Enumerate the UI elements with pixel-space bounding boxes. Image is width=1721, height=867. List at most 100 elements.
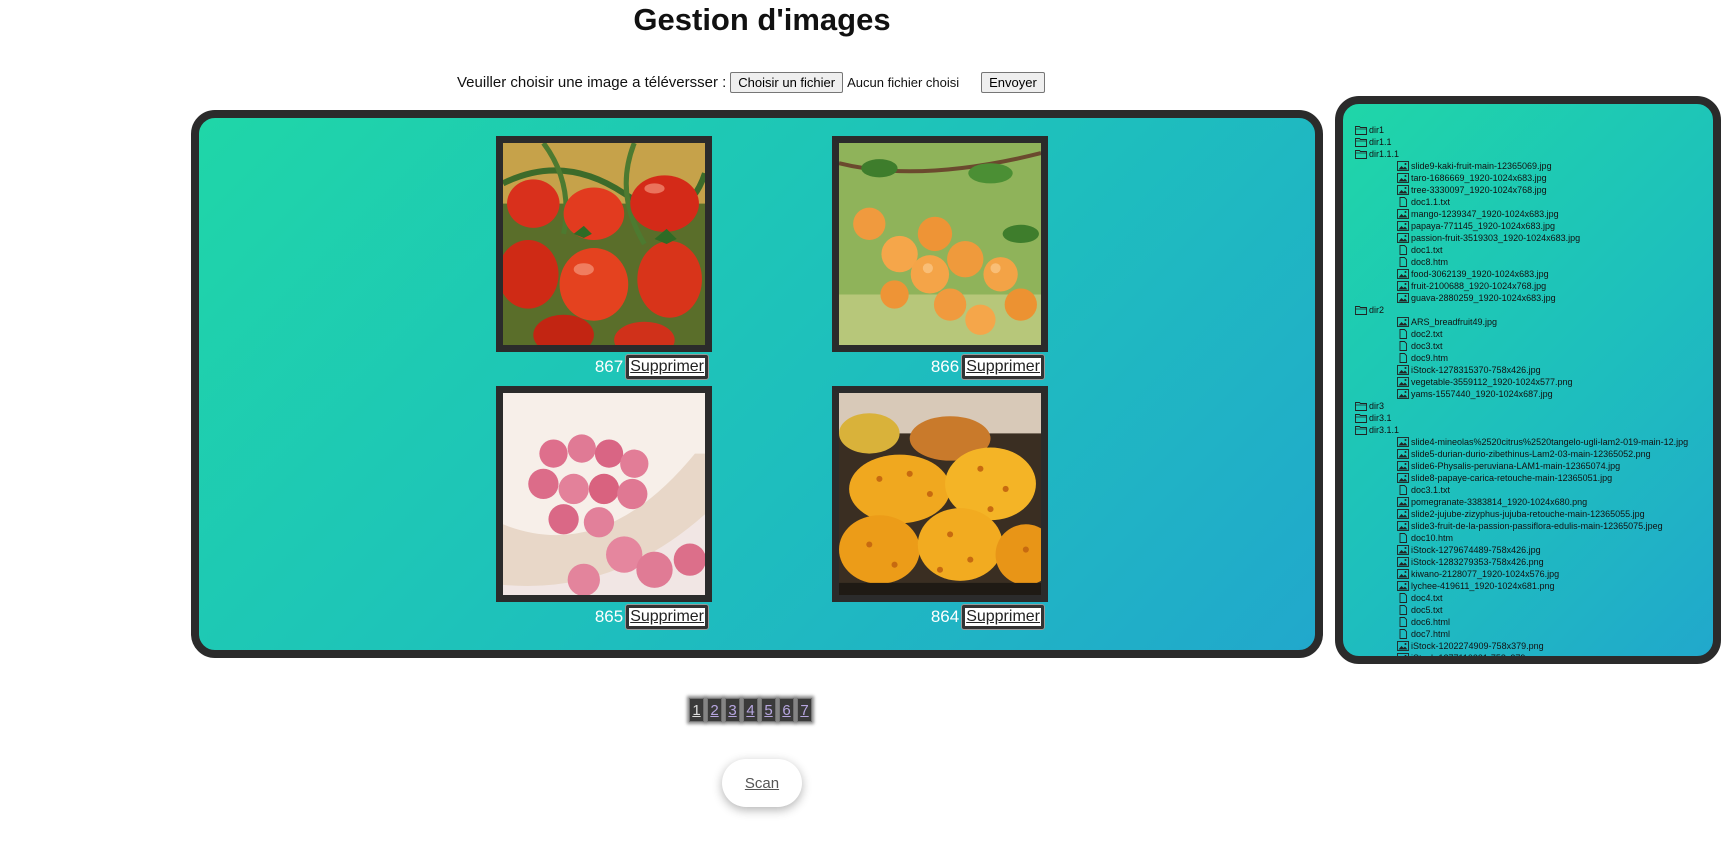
image-file-icon (1397, 569, 1409, 579)
scan-button[interactable]: Scan (722, 759, 802, 807)
tree-file[interactable]: slide9-kaki-fruit-main-12365069.jpg (1355, 160, 1713, 172)
folder-icon (1355, 137, 1367, 147)
tree-file[interactable]: doc6.html (1355, 616, 1713, 628)
page-link-5[interactable]: 5 (761, 698, 776, 722)
tree-file[interactable]: mango-1239347_1920-1024x683.jpg (1355, 208, 1713, 220)
tree-folder[interactable]: dir3.1 (1355, 412, 1713, 424)
tree-file[interactable]: iStock-1278315370-758x426.jpg (1355, 364, 1713, 376)
tree-file[interactable]: lychee-419611_1920-1024x681.png (1355, 580, 1713, 592)
tree-item-label: dir1.1.1 (1369, 149, 1400, 159)
tree-file[interactable]: taro-1686669_1920-1024x683.jpg (1355, 172, 1713, 184)
tree-item-label: slide3-fruit-de-la-passion-passiflora-ed… (1411, 521, 1663, 531)
tree-item-label: doc10.htm (1411, 533, 1454, 543)
tree-folder[interactable]: dir2 (1355, 304, 1713, 316)
tree-file[interactable]: pomegranate-3383814_1920-1024x680.png (1355, 496, 1713, 508)
document-icon (1397, 593, 1409, 603)
image-thumbnail[interactable] (496, 136, 712, 352)
tree-item-label: slide2-jujube-zizyphus-jujuba-retouche-m… (1411, 509, 1645, 519)
tree-file[interactable]: slide3-fruit-de-la-passion-passiflora-ed… (1355, 520, 1713, 532)
tree-item-label: dir3 (1369, 401, 1385, 411)
tree-file[interactable]: food-3062139_1920-1024x683.jpg (1355, 268, 1713, 280)
image-file-icon (1397, 269, 1409, 279)
tree-file[interactable]: slide2-jujube-zizyphus-jujuba-retouche-m… (1355, 508, 1713, 520)
delete-button[interactable]: Supprimer (626, 605, 708, 629)
tree-item-label: iStock-1277110221-758x379.png (1411, 653, 1543, 663)
tree-file[interactable]: doc10.htm (1355, 532, 1713, 544)
tree-item-label: slide9-kaki-fruit-main-12365069.jpg (1411, 161, 1552, 171)
page-link-4[interactable]: 4 (743, 698, 758, 722)
page-link-3[interactable]: 3 (725, 698, 740, 722)
choose-file-button[interactable]: Choisir un fichier (730, 72, 844, 93)
image-file-icon (1397, 365, 1409, 375)
delete-button[interactable]: Supprimer (626, 355, 708, 379)
image-file-icon (1397, 641, 1409, 651)
image-file-icon (1397, 473, 1409, 483)
tree-file[interactable]: doc1.txt (1355, 244, 1713, 256)
tree-item-label: ARS_breadfruit49.jpg (1411, 317, 1498, 327)
tree-item-label: taro-1686669_1920-1024x683.jpg (1411, 173, 1547, 183)
page-link-6[interactable]: 6 (779, 698, 794, 722)
tree-folder[interactable]: dir1 (1355, 124, 1713, 136)
image-file-icon (1397, 293, 1409, 303)
tree-item-label: lychee-419611_1920-1024x681.png (1411, 581, 1555, 591)
tree-folder[interactable]: dir3 (1355, 400, 1713, 412)
delete-button[interactable]: Supprimer (962, 605, 1044, 629)
image-file-icon (1397, 497, 1409, 507)
image-thumbnail[interactable] (832, 136, 1048, 352)
image-thumbnail[interactable] (496, 386, 712, 602)
tree-file[interactable]: tree-3330097_1920-1024x768.jpg (1355, 184, 1713, 196)
tree-item-label: doc9.htm (1411, 353, 1449, 363)
tree-item-label: passion-fruit-3519303_1920-1024x683.jpg (1411, 233, 1581, 243)
image-thumbnail[interactable] (832, 386, 1048, 602)
tree-folder[interactable]: dir3.1.1 (1355, 424, 1713, 436)
page-link-7[interactable]: 7 (797, 698, 812, 722)
folder-icon (1355, 125, 1367, 135)
tree-file[interactable]: iStock-1277110221-758x379.png (1355, 652, 1713, 663)
document-icon (1397, 353, 1409, 363)
tree-file[interactable]: slide8-papaye-carica-retouche-main-12365… (1355, 472, 1713, 484)
tree-file[interactable]: fruit-2100688_1920-1024x768.jpg (1355, 280, 1713, 292)
image-file-icon (1397, 185, 1409, 195)
file-tree-panel: dir1 dir1.1 dir1.1.1 slide9-kaki-fruit-main… (1335, 96, 1721, 664)
image-file-icon (1397, 173, 1409, 183)
tree-folder[interactable]: dir1.1.1 (1355, 148, 1713, 160)
tree-item-label: doc5.txt (1411, 605, 1443, 615)
tree-file[interactable]: kiwano-2128077_1920-1024x576.jpg (1355, 568, 1713, 580)
tree-file[interactable]: doc8.htm (1355, 256, 1713, 268)
image-file-icon (1397, 521, 1409, 531)
tree-file[interactable]: doc3.txt (1355, 340, 1713, 352)
send-button[interactable]: Envoyer (981, 72, 1045, 93)
tree-file[interactable]: doc2.txt (1355, 328, 1713, 340)
image-id: 866 (930, 357, 960, 376)
tree-folder[interactable]: dir1.1 (1355, 136, 1713, 148)
tree-item-label: vegetable-3559112_1920-1024x577.png (1411, 377, 1573, 387)
tree-file[interactable]: doc5.txt (1355, 604, 1713, 616)
tree-file[interactable]: ARS_breadfruit49.jpg (1355, 316, 1713, 328)
tree-file[interactable]: papaya-771145_1920-1024x683.jpg (1355, 220, 1713, 232)
tree-file[interactable]: iStock-1279674489-758x426.jpg (1355, 544, 1713, 556)
tree-file[interactable]: doc7.html (1355, 628, 1713, 640)
tree-item-label: fruit-2100688_1920-1024x768.jpg (1411, 281, 1547, 291)
tree-item-label: slide6-Physalis-peruviana-LAM1-main-1236… (1411, 461, 1621, 471)
page-link-2[interactable]: 2 (707, 698, 722, 722)
folder-icon (1355, 413, 1367, 423)
tree-file[interactable]: doc1.1.txt (1355, 196, 1713, 208)
tree-file[interactable]: doc9.htm (1355, 352, 1713, 364)
tree-file[interactable]: guava-2880259_1920-1024x683.jpg (1355, 292, 1713, 304)
tree-file[interactable]: yams-1557440_1920-1024x687.jpg (1355, 388, 1713, 400)
delete-button[interactable]: Supprimer (962, 355, 1044, 379)
tree-file[interactable]: doc3.1.txt (1355, 484, 1713, 496)
tree-file[interactable]: doc4.txt (1355, 592, 1713, 604)
tree-item-label: pomegranate-3383814_1920-1024x680.png (1411, 497, 1588, 507)
image-file-icon (1397, 281, 1409, 291)
tree-file[interactable]: iStock-1283279353-758x426.png (1355, 556, 1713, 568)
tree-file[interactable]: slide6-Physalis-peruviana-LAM1-main-1236… (1355, 460, 1713, 472)
tree-file[interactable]: slide4-mineolas%2520citrus%2520tangelo-u… (1355, 436, 1713, 448)
upload-label: Veuiller choisir une image a téléversser… (457, 74, 727, 91)
tree-file[interactable]: slide5-durian-durio-zibethinus-Lam2-03-m… (1355, 448, 1713, 460)
tree-file[interactable]: passion-fruit-3519303_1920-1024x683.jpg (1355, 232, 1713, 244)
tree-item-label: papaya-771145_1920-1024x683.jpg (1411, 221, 1555, 231)
page-link-1[interactable]: 1 (689, 698, 704, 722)
tree-file[interactable]: iStock-1202274909-758x379.png (1355, 640, 1713, 652)
tree-file[interactable]: vegetable-3559112_1920-1024x577.png (1355, 376, 1713, 388)
